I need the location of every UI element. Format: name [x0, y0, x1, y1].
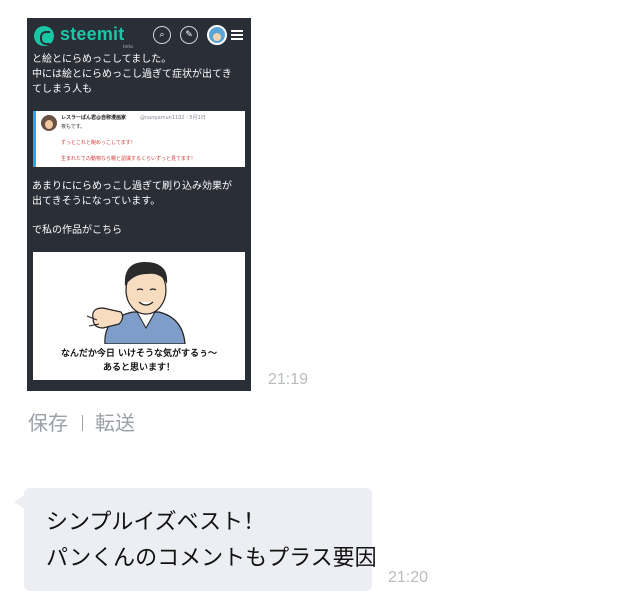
post-text-line: で私の作品がこちら: [32, 225, 122, 236]
artwork-caption-line: なんだか今日 いけそうな気がするぅ〜: [60, 349, 218, 359]
tweet-line: 生まれたての動物なら親と認識するくらいずっと見てます！: [61, 156, 196, 162]
chat-message-line: パンくんのコメントもプラス要因: [46, 546, 377, 571]
steemit-header: steemit beta ⌕ ✎: [27, 18, 251, 54]
message-timestamp: 21:19: [268, 371, 309, 388]
action-divider: [82, 415, 83, 431]
shared-screenshot-image[interactable]: steemit beta ⌕ ✎ と絵とにらめっこしてました。 中には絵とにらめ…: [27, 18, 251, 391]
search-icon: ⌕: [153, 26, 171, 44]
message-timestamp: 21:20: [388, 569, 429, 586]
tweet-author: レスラーぱん君@自称漫画家: [61, 115, 127, 121]
tweet-handle: @nanpamun1102 · 5月1日: [140, 115, 206, 121]
save-button[interactable]: 保存: [28, 411, 68, 435]
pencil-icon: ✎: [180, 26, 198, 44]
embedded-tweet: レスラーぱん君@自称漫画家 @nanpamun1102 · 5月1日 夜もです。…: [33, 111, 245, 167]
steemit-brand: steemit: [60, 24, 125, 44]
hamburger-menu-icon: [231, 29, 243, 41]
image-actions: 保存 転送: [28, 407, 135, 436]
forward-button[interactable]: 転送: [95, 411, 135, 435]
chat-message-line: シンプルイズベスト！: [46, 510, 266, 535]
artwork-caption-line: あると思います！: [102, 363, 175, 373]
manga-artwork: なんだか今日 いけそうな気がするぅ〜 あると思います！: [33, 252, 245, 380]
post-text-line: 中には絵とにらめっこし過ぎて症状が出てき: [32, 69, 232, 80]
tweet-avatar: [41, 115, 57, 131]
manga-character-illustration: [86, 262, 186, 345]
tweet-line: ずっとこれと睨めっこしてます！: [61, 140, 136, 146]
tweet-line: 夜もです。: [61, 124, 86, 130]
post-text-line: あまりににらめっこし過ぎて刷り込み効果が: [32, 181, 232, 192]
user-avatar-icon: [207, 25, 227, 45]
post-text-line: 出てきそうになっています。: [32, 196, 161, 207]
chat-bubble[interactable]: シンプルイズベスト！ パンくんのコメントもプラス要因: [24, 488, 377, 591]
post-text-line: てしまう人も: [32, 84, 92, 95]
steemit-beta-label: beta: [123, 44, 133, 50]
post-text-line: と絵とにらめっこしてました。: [32, 54, 172, 65]
steemit-logo-icon: [34, 26, 54, 46]
